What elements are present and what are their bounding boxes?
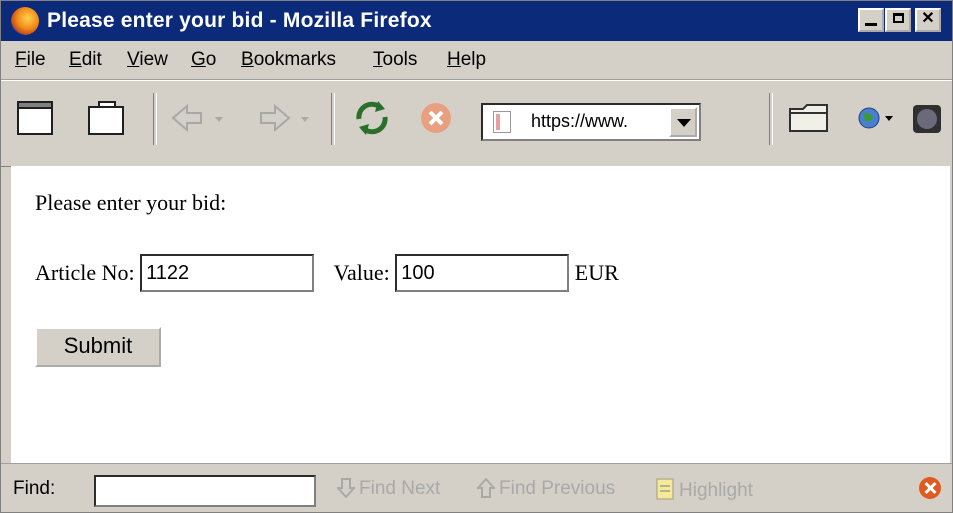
menu-edit[interactable]: Edit xyxy=(69,49,102,71)
menu-accelerator: H xyxy=(447,49,461,70)
find-next-button[interactable]: Find Next xyxy=(335,478,441,500)
stop-icon[interactable] xyxy=(415,97,457,139)
menu-label: dit xyxy=(81,49,102,70)
menu-label: iew xyxy=(139,49,168,70)
menu-accelerator: V xyxy=(127,49,140,70)
window-title: Please enter your bid - Mozilla Firefox xyxy=(47,9,432,32)
highlight-button[interactable]: Highlight xyxy=(655,478,753,502)
throbber-icon xyxy=(911,97,952,139)
back-arrow-icon[interactable] xyxy=(167,97,209,139)
menu-label: elp xyxy=(460,49,487,70)
page-content: Please enter your bid: Article No: Value… xyxy=(11,166,952,463)
window-border xyxy=(950,165,952,463)
folder-icon[interactable] xyxy=(787,97,829,139)
menu-label: o xyxy=(205,49,217,70)
bid-value-input[interactable] xyxy=(395,254,570,292)
menu-bar: File Edit View Go Bookmarks Tools Help xyxy=(1,41,952,80)
address-dropdown-button[interactable] xyxy=(669,107,697,137)
submit-button[interactable]: Submit xyxy=(35,327,161,367)
toolbar-separator xyxy=(331,93,335,145)
maximize-icon xyxy=(892,13,904,23)
menu-go[interactable]: Go xyxy=(191,49,216,71)
menu-label: ools xyxy=(382,49,418,70)
firefox-logo-icon xyxy=(11,7,39,35)
menu-accelerator: G xyxy=(191,49,206,70)
maximize-button[interactable] xyxy=(885,8,911,32)
currency-label: EUR xyxy=(574,260,619,285)
globe-dropdown-icon[interactable] xyxy=(853,97,897,139)
url-text: https://www. xyxy=(531,111,629,131)
browser-window: Please enter your bid - Mozilla Firefox … xyxy=(0,0,953,513)
highlight-label: Highlight xyxy=(679,480,753,501)
bid-form-row: Article No: Value: EUR xyxy=(35,254,619,292)
menu-label: ile xyxy=(26,49,46,70)
find-bar: Find: Find Next Find Previous Highlight xyxy=(1,463,952,512)
forward-dropdown-icon[interactable] xyxy=(297,97,313,139)
find-input[interactable] xyxy=(94,475,316,507)
menu-view[interactable]: View xyxy=(127,49,168,71)
menu-accelerator: T xyxy=(373,49,383,70)
menu-bookmarks[interactable]: Bookmarks xyxy=(241,49,336,71)
menu-file[interactable]: File xyxy=(15,49,46,71)
article-label: Article No: xyxy=(35,260,135,285)
menu-tools[interactable]: Tools xyxy=(373,49,417,71)
article-number-input[interactable] xyxy=(140,254,315,292)
find-previous-button[interactable]: Find Previous xyxy=(475,477,616,500)
toolbar-separator xyxy=(153,93,157,145)
close-window-button[interactable]: ✕ xyxy=(915,8,941,32)
forward-arrow-icon[interactable] xyxy=(253,97,295,139)
new-tab-icon[interactable] xyxy=(85,97,127,139)
title-bar[interactable]: Please enter your bid - Mozilla Firefox … xyxy=(1,1,952,41)
menu-help[interactable]: Help xyxy=(447,49,486,71)
address-bar[interactable]: https://www. xyxy=(481,103,701,141)
menu-accelerator: F xyxy=(15,49,27,70)
close-find-bar-icon[interactable] xyxy=(919,477,941,499)
reload-icon[interactable] xyxy=(351,97,393,139)
value-label: Value: xyxy=(333,260,390,285)
minimize-icon xyxy=(865,23,877,26)
menu-accelerator: E xyxy=(69,49,82,70)
find-label: Find: xyxy=(13,478,56,499)
find-previous-label: Find Previous xyxy=(499,478,616,499)
up-arrow-icon xyxy=(475,477,497,498)
menu-label: ookmarks xyxy=(253,49,337,70)
page-prompt: Please enter your bid: xyxy=(35,190,227,215)
new-window-icon[interactable] xyxy=(15,97,57,139)
back-dropdown-icon[interactable] xyxy=(211,97,227,139)
page-icon xyxy=(493,111,511,133)
navigation-toolbar: https://www. xyxy=(1,80,952,167)
close-icon: ✕ xyxy=(921,10,935,27)
toolbar-separator xyxy=(769,93,773,145)
menu-accelerator: B xyxy=(241,49,254,70)
highlight-icon xyxy=(656,478,674,500)
down-arrow-icon xyxy=(335,478,357,499)
find-next-label: Find Next xyxy=(359,478,441,499)
minimize-button[interactable] xyxy=(858,8,884,32)
